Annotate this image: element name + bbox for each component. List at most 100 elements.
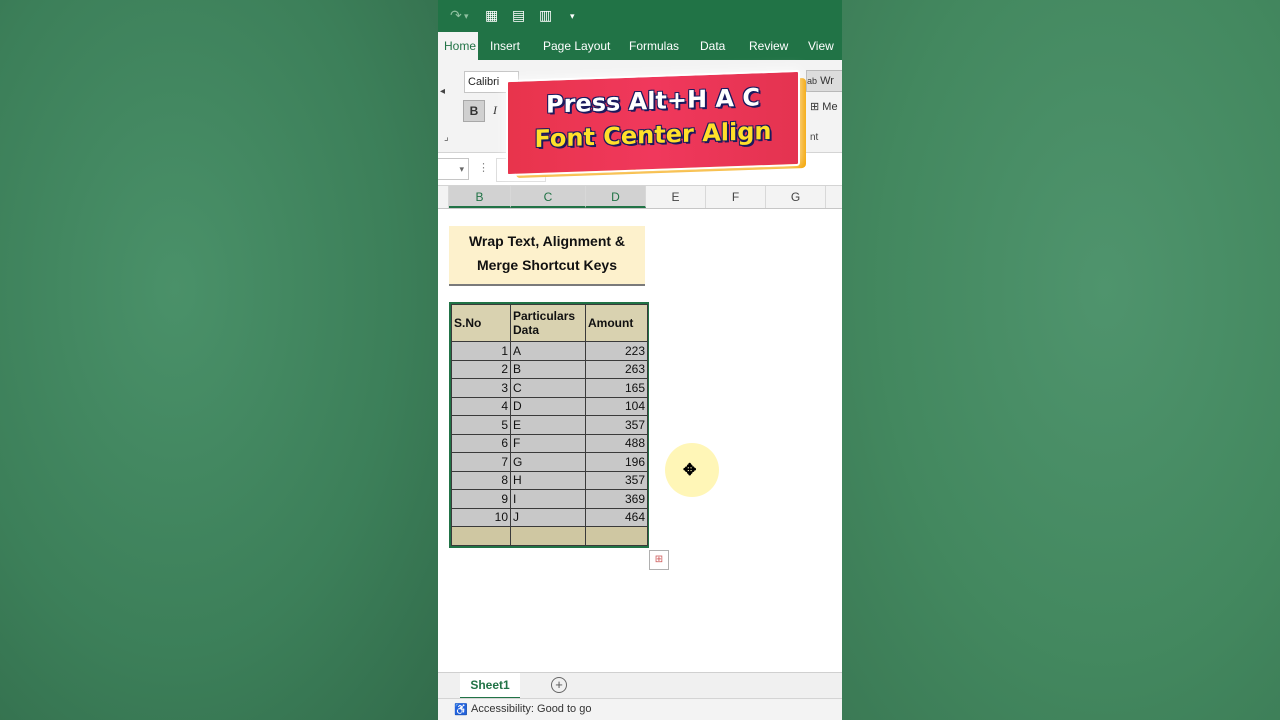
table-icon[interactable]: ▤ (512, 7, 525, 24)
banner-box: Press Alt+H A C Font Center Align (506, 69, 800, 177)
data-table[interactable]: S.No Particulars Data Amount 1 A 223 2 B 263 3… (449, 302, 649, 548)
table-cell[interactable]: D (510, 396, 586, 416)
tab-data[interactable]: Data (700, 32, 725, 60)
customize-toolbar-icon[interactable]: ▾ (570, 11, 575, 22)
table-row: 1 A 223 (451, 341, 648, 361)
table-cell[interactable]: I (510, 489, 586, 509)
table-cell[interactable]: 2 (451, 359, 511, 379)
tab-insert[interactable]: Insert (490, 32, 520, 60)
name-box-dropdown-icon[interactable]: ▾ (438, 158, 469, 180)
header-cell-sno[interactable]: S.No (451, 304, 511, 342)
merge-label: Me (822, 101, 838, 113)
column-header-c[interactable]: C (511, 186, 586, 208)
wrap-text-label: Wr (820, 75, 834, 87)
column-header-f[interactable]: F (706, 186, 766, 208)
title-cell[interactable]: Wrap Text, Alignment & Merge Shortcut Ke… (449, 226, 645, 286)
select-all-corner[interactable] (438, 186, 449, 208)
cell-cursor-icon: ✥ (683, 462, 697, 479)
table-cell[interactable]: 223 (585, 341, 648, 361)
banner-line-1: Press Alt+H A C (546, 83, 760, 119)
tab-review[interactable]: Review (749, 32, 788, 60)
table-cell[interactable]: 6 (451, 433, 511, 453)
excel-window: ↷ ▾ ▦ ▤ ▥ ▾ Home Insert Page Layout Form… (438, 0, 842, 720)
table-cell[interactable]: B (510, 359, 586, 379)
table-cell[interactable]: 1 (451, 341, 511, 361)
redo-icon[interactable]: ↷ (450, 7, 462, 24)
banner-line-2: Font Center Align (534, 116, 772, 154)
table-cell[interactable]: J (510, 507, 586, 527)
paste-arrow-icon[interactable]: ◂ (440, 86, 445, 97)
table-cell[interactable]: 165 (585, 378, 648, 398)
background-left (0, 0, 438, 720)
table-cell[interactable]: 369 (585, 489, 648, 509)
table-cell[interactable]: 263 (585, 359, 648, 379)
accessibility-icon[interactable]: ♿ (454, 703, 468, 716)
italic-button[interactable]: I (485, 100, 505, 120)
status-bar: ♿ Accessibility: Good to go (438, 698, 842, 720)
table-cell[interactable]: 357 (585, 415, 648, 435)
table-cell[interactable]: 7 (451, 452, 511, 472)
tab-formulas[interactable]: Formulas (629, 32, 679, 60)
column-header-d[interactable]: D (586, 186, 646, 208)
table-cell[interactable]: 10 (451, 507, 511, 527)
table-cell[interactable]: 104 (585, 396, 648, 416)
quick-analysis-icon[interactable]: ⊞ (649, 550, 669, 570)
table-row: 4 D 104 (451, 396, 648, 416)
table-cell[interactable] (451, 526, 511, 546)
table-cell[interactable]: F (510, 433, 586, 453)
accessibility-status[interactable]: Accessibility: Good to go (471, 703, 591, 715)
worksheet-grid[interactable]: Wrap Text, Alignment & Merge Shortcut Ke… (438, 209, 842, 671)
tab-home[interactable]: Home (438, 32, 478, 60)
table-row: 6 F 488 (451, 433, 648, 453)
table-cell[interactable]: C (510, 378, 586, 398)
shortcut-banner: Press Alt+H A C Font Center Align (506, 69, 806, 179)
bold-button[interactable]: B (463, 100, 485, 122)
table-cell[interactable]: G (510, 452, 586, 472)
table-cell[interactable]: 357 (585, 470, 648, 490)
table-cell[interactable]: 464 (585, 507, 648, 527)
clipboard-launcher-icon[interactable]: ⌟ (444, 132, 449, 143)
table-cell[interactable]: 8 (451, 470, 511, 490)
table-cell[interactable]: E (510, 415, 586, 435)
table-header-row: S.No Particulars Data Amount (451, 304, 648, 342)
sheet-icon[interactable]: ▥ (539, 7, 552, 24)
tab-view[interactable]: View (808, 32, 834, 60)
table-cell[interactable]: 196 (585, 452, 648, 472)
form-icon[interactable]: ▦ (485, 7, 498, 24)
wrap-text-icon: ab (807, 76, 818, 86)
table-row-blank (451, 526, 648, 546)
table-cell[interactable]: 9 (451, 489, 511, 509)
table-cell[interactable]: 488 (585, 433, 648, 453)
table-cell[interactable]: H (510, 470, 586, 490)
table-cell[interactable]: A (510, 341, 586, 361)
table-row: 8 H 357 (451, 470, 648, 490)
header-cell-particulars[interactable]: Particulars Data (510, 304, 586, 342)
sheet-tabs-bar: Sheet1 + (438, 672, 842, 699)
table-cell[interactable]: 5 (451, 415, 511, 435)
column-headers: B C D E F G (438, 186, 842, 209)
table-row: 10 J 464 (451, 507, 648, 527)
table-cell[interactable] (510, 526, 586, 546)
table-row: 9 I 369 (451, 489, 648, 509)
column-header-g[interactable]: G (766, 186, 826, 208)
table-cell[interactable]: 3 (451, 378, 511, 398)
column-header-e[interactable]: E (646, 186, 706, 208)
formula-bar-dots-icon: ⋮ (478, 162, 489, 174)
tab-page-layout[interactable]: Page Layout (543, 32, 610, 60)
redo-dropdown-icon[interactable]: ▾ (464, 11, 469, 22)
table-row: 7 G 196 (451, 452, 648, 472)
title-line-1: Wrap Text, Alignment & (468, 233, 626, 249)
table-cell[interactable] (585, 526, 648, 546)
add-sheet-button[interactable]: + (551, 677, 567, 693)
header-cell-amount[interactable]: Amount (585, 304, 648, 342)
title-bar: ↷ ▾ ▦ ▤ ▥ ▾ (438, 0, 842, 32)
title-line-2: Merge Shortcut Keys (476, 257, 618, 273)
column-header-b[interactable]: B (449, 186, 511, 208)
merge-center-button[interactable]: ⊞ Me (810, 100, 838, 113)
merge-icon: ⊞ (810, 101, 820, 113)
table-row: 3 C 165 (451, 378, 648, 398)
table-cell[interactable]: 4 (451, 396, 511, 416)
background-right (842, 0, 1280, 720)
tab-sheet1[interactable]: Sheet1 (460, 673, 520, 699)
wrap-text-button[interactable]: ab Wr (806, 70, 842, 92)
